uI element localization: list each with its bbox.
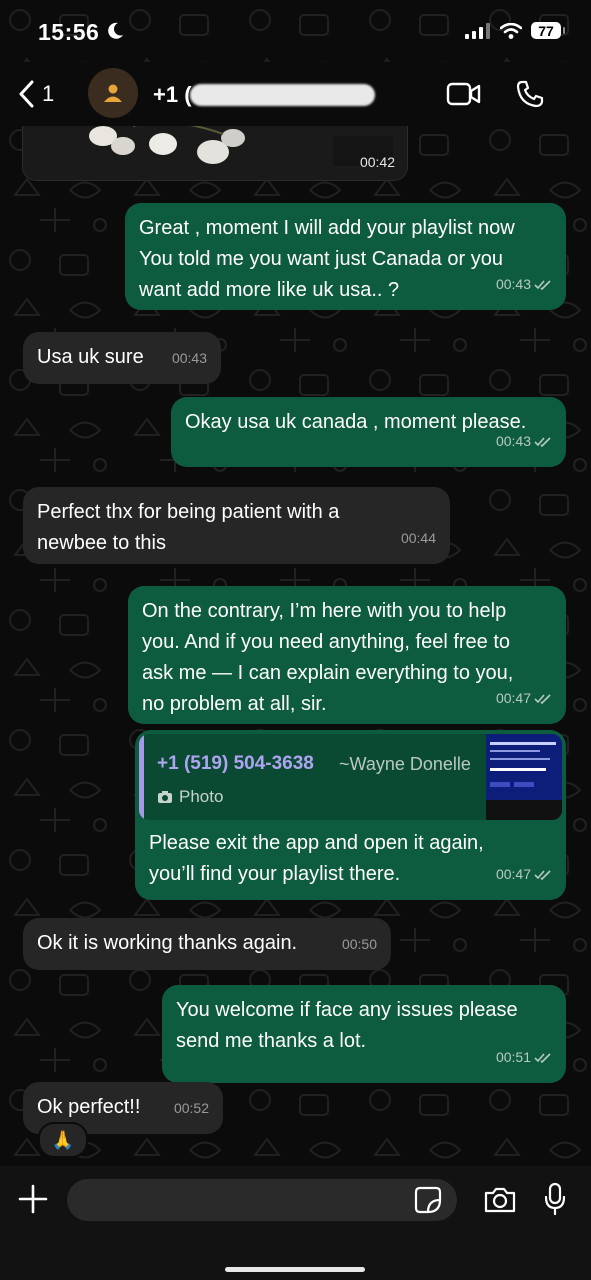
unread-count: 1 bbox=[42, 81, 55, 106]
battery-level: 77 bbox=[538, 22, 554, 39]
sticker-icon[interactable] bbox=[414, 1186, 442, 1214]
message-time: 00:42 bbox=[359, 154, 395, 170]
read-receipt-icon bbox=[534, 436, 551, 447]
avatar-person-icon bbox=[104, 84, 122, 102]
message-time: 00:43 bbox=[495, 433, 531, 449]
quoted-media-label: Photo bbox=[179, 787, 224, 806]
quoted-sender-name: ~Wayne Donelle bbox=[339, 754, 471, 774]
message-bubble-outgoing[interactable]: Great , moment I will add your playlist … bbox=[125, 203, 566, 310]
message-bubble-incoming[interactable]: Perfect thx for being patient with a new… bbox=[23, 487, 450, 564]
wifi-icon bbox=[500, 22, 522, 39]
composer-bar bbox=[0, 1166, 591, 1280]
chat-header: 1 +1 ( bbox=[0, 62, 591, 126]
message-bubble-outgoing[interactable]: You welcome if face any issues please se… bbox=[162, 985, 566, 1083]
status-bar: 15:56 77 bbox=[0, 0, 591, 62]
avatar[interactable] bbox=[88, 68, 138, 118]
moon-icon bbox=[108, 22, 123, 39]
camera-small-icon bbox=[158, 790, 172, 803]
plus-icon[interactable] bbox=[18, 1184, 48, 1214]
camera-icon[interactable] bbox=[483, 1186, 517, 1214]
microphone-icon[interactable] bbox=[543, 1182, 567, 1216]
message-bubble-incoming[interactable]: Usa uk sure 00:43 bbox=[23, 332, 221, 384]
back-chevron-icon bbox=[19, 80, 34, 108]
phone-icon[interactable] bbox=[515, 79, 545, 109]
message-time: 00:47 bbox=[495, 690, 531, 706]
message-list[interactable]: 00:42 Great , moment I will add your pla… bbox=[0, 126, 591, 1166]
message-text: Ok it is working thanks again. bbox=[37, 932, 298, 954]
read-receipt-icon bbox=[534, 869, 551, 880]
read-receipt-icon bbox=[534, 693, 551, 704]
video-message-thumbnail[interactable]: 00:42 bbox=[22, 126, 408, 181]
message-text: Perfect thx for being patient with a new… bbox=[37, 501, 340, 554]
video-call-icon[interactable] bbox=[446, 81, 482, 107]
message-bubble-outgoing[interactable]: Okay usa uk canada , moment please. 00:4… bbox=[171, 397, 566, 467]
flower-image bbox=[23, 126, 407, 180]
quoted-message[interactable]: +1 (519) 504-3638 ~Wayne Donelle Photo bbox=[139, 734, 562, 820]
status-time: 15:56 bbox=[38, 19, 100, 45]
message-time: 00:50 bbox=[341, 936, 377, 952]
read-receipt-icon bbox=[534, 279, 551, 290]
message-time: 00:47 bbox=[495, 866, 531, 882]
message-bubble-incoming[interactable]: Ok it is working thanks again. 00:50 bbox=[23, 918, 391, 970]
message-text: Please exit the app and open it again, y… bbox=[149, 832, 484, 885]
quote-accent-bar bbox=[139, 734, 144, 820]
message-input[interactable] bbox=[67, 1179, 457, 1221]
message-bubble-outgoing[interactable]: On the contrary, I’m here with you to he… bbox=[128, 586, 566, 724]
message-time: 00:43 bbox=[171, 350, 207, 366]
message-text: On the contrary, I’m here with you to he… bbox=[142, 600, 514, 715]
back-button[interactable]: 1 bbox=[18, 80, 54, 108]
message-reaction[interactable]: 🙏 bbox=[38, 1122, 88, 1158]
reaction-emoji: 🙏 bbox=[51, 1129, 75, 1150]
message-time: 00:51 bbox=[495, 1049, 531, 1065]
battery-icon: 77 bbox=[531, 22, 565, 39]
redacted-phone-number bbox=[190, 84, 375, 106]
quoted-sender-number: +1 (519) 504-3638 bbox=[157, 753, 314, 774]
signal-icon bbox=[465, 22, 490, 39]
message-time: 00:43 bbox=[495, 276, 531, 292]
contact-name[interactable]: +1 ( bbox=[153, 82, 192, 108]
home-indicator bbox=[225, 1267, 365, 1272]
message-time: 00:44 bbox=[400, 530, 436, 546]
message-bubble-outgoing-reply[interactable]: +1 (519) 504-3638 ~Wayne Donelle Photo P… bbox=[135, 730, 566, 900]
message-text: Great , moment I will add your playlist … bbox=[139, 217, 515, 301]
quoted-photo-thumbnail bbox=[486, 734, 562, 820]
read-receipt-icon bbox=[534, 1052, 551, 1063]
message-time: 00:52 bbox=[173, 1100, 209, 1116]
